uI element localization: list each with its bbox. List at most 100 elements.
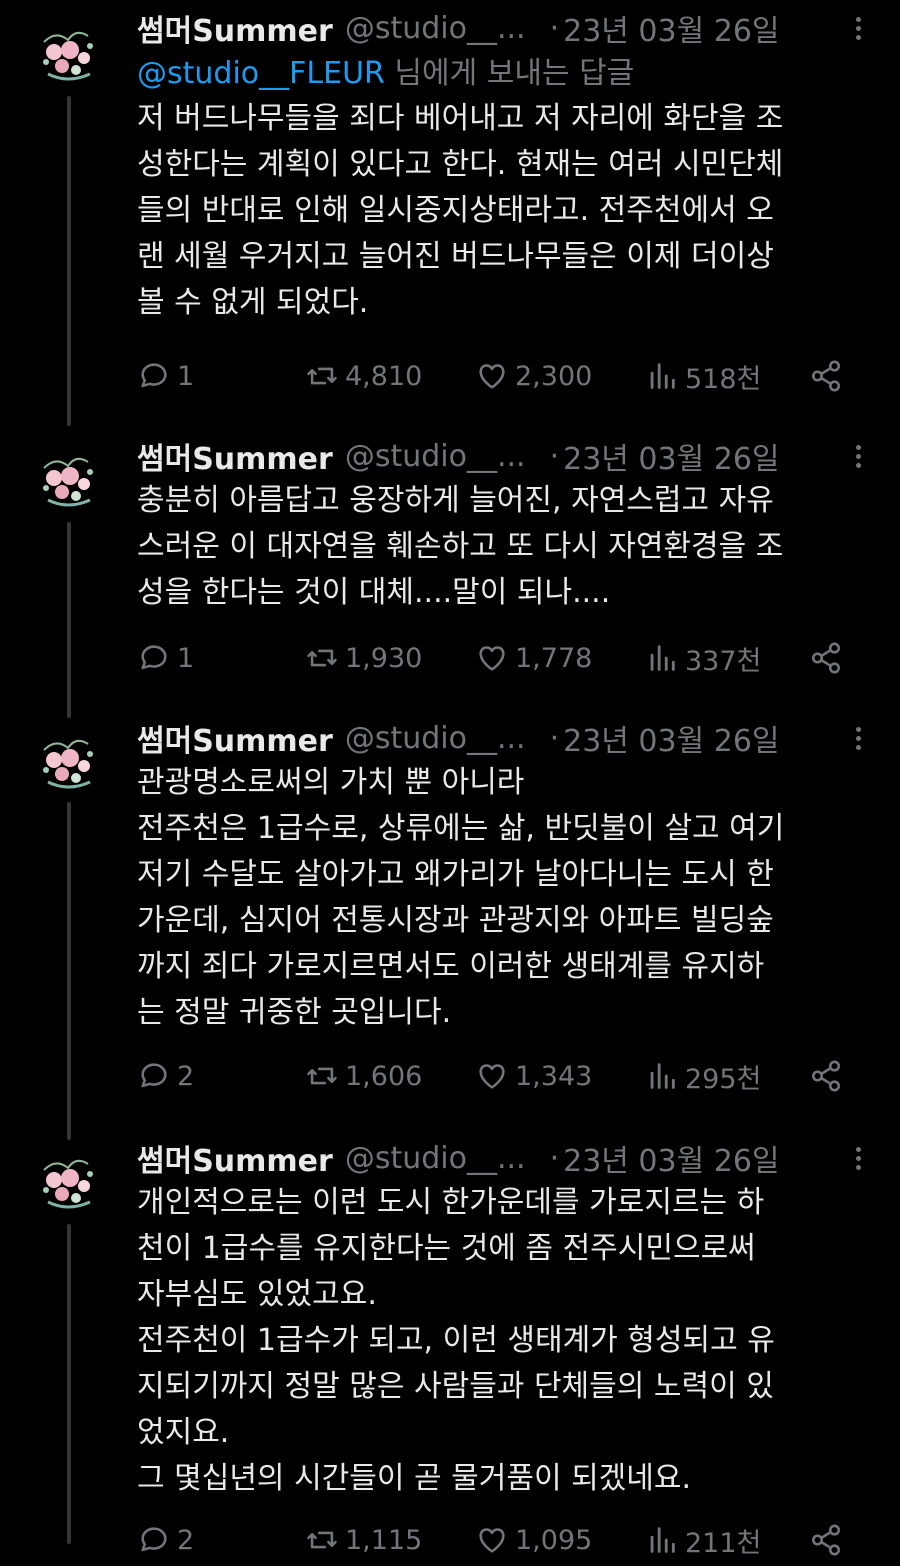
- tweet-text-line: 스러운 이 대자연을 훼손하고 또 다시 자연환경을 조: [137, 529, 784, 564]
- like-count: 2,300: [515, 360, 593, 392]
- tweet-text-line: 천이 1급수를 유지한다는 것에 좀 전주시민으로써: [137, 1231, 756, 1266]
- tweet-text-line: 성을 한다는 것이 대체....말이 되나....: [137, 575, 611, 610]
- tweet-text-line: 성한다는 계획이 있다고 한다. 현재는 여러 시민단체: [137, 147, 784, 182]
- tweet[interactable]: 썸머Summer @studio__... · 23년 03월 26일 @stu…: [0, 0, 900, 430]
- tweet-text-line: 볼 수 없게 되었다.: [137, 285, 369, 320]
- retweet-count: 1,930: [345, 642, 423, 674]
- tweet-header: 썸머Summer @studio__... · 23년 03월 26일: [137, 716, 870, 760]
- reply-icon: [141, 1527, 167, 1552]
- like-button[interactable]: 1,343: [475, 1056, 592, 1096]
- tweet-text-line: 자부심도 있었고요.: [137, 1277, 377, 1312]
- views-button[interactable]: 518천: [645, 356, 761, 396]
- tweet-text-line: 었지요.: [137, 1415, 230, 1450]
- reply-count: 2: [177, 1524, 195, 1556]
- reply-button[interactable]: 2: [137, 1520, 194, 1560]
- reply-to-text: 님에게 보내는 답글: [384, 56, 635, 91]
- view-count: 337천: [685, 645, 762, 677]
- avatar[interactable]: [30, 1146, 106, 1222]
- reply-count: 1: [177, 360, 195, 392]
- retweet-button[interactable]: 1,115: [305, 1520, 422, 1560]
- reply-count: 2: [177, 1060, 195, 1092]
- reply-icon: [141, 363, 167, 388]
- tweet-text-line: 전주천은 1급수로, 상류에는 삶, 반딧불이 살고 여기: [137, 811, 785, 846]
- reply-icon: [141, 645, 167, 670]
- user-handle[interactable]: @studio__...: [345, 1141, 526, 1176]
- view-count: 211천: [685, 1527, 762, 1559]
- share-button[interactable]: [809, 1056, 843, 1096]
- heart-icon: [479, 646, 505, 671]
- more-options-icon[interactable]: [846, 1142, 870, 1174]
- view-count: 518천: [685, 363, 762, 395]
- reply-to-line: @studio__FLEUR 님에게 보내는 답글: [137, 54, 870, 94]
- tweet-date[interactable]: 23년 03월 26일: [563, 1136, 779, 1180]
- share-button[interactable]: [809, 1520, 843, 1560]
- reply-button[interactable]: 1: [137, 638, 194, 678]
- heart-icon: [479, 364, 505, 389]
- views-icon: [650, 1527, 675, 1553]
- tweet[interactable]: 썸머Summer @studio__... · 23년 03월 26일 관광명소…: [0, 714, 900, 1134]
- tweet-date[interactable]: 23년 03월 26일: [563, 716, 779, 760]
- tweet[interactable]: 썸머Summer @studio__... · 23년 03월 26일 충분히 …: [0, 430, 900, 714]
- view-count: 295천: [685, 1063, 762, 1095]
- retweet-count: 4,810: [345, 360, 423, 392]
- heart-icon: [479, 1528, 505, 1553]
- tweet-text: 충분히 아름답고 웅장하게 늘어진, 자연스럽고 자유 스러운 이 대자연을 훼…: [137, 478, 870, 616]
- separator-dot: ·: [549, 10, 560, 46]
- views-button[interactable]: 211천: [645, 1520, 761, 1560]
- tweet[interactable]: 썸머Summer @studio__... · 23년 03월 26일 개인적으…: [0, 1134, 900, 1566]
- share-icon: [811, 642, 841, 674]
- like-button[interactable]: 2,300: [475, 356, 592, 396]
- like-button[interactable]: 1,778: [475, 638, 592, 678]
- views-button[interactable]: 295천: [645, 1056, 761, 1096]
- retweet-icon: [307, 367, 337, 385]
- tweet-text-line: 전주천이 1급수가 되고, 이런 생태계가 형성되고 유: [137, 1323, 775, 1358]
- views-button[interactable]: 337천: [645, 638, 761, 678]
- display-name[interactable]: 썸머Summer: [137, 1136, 333, 1180]
- reply-count: 1: [177, 642, 195, 674]
- share-button[interactable]: [809, 356, 843, 396]
- reply-mention-link[interactable]: @studio__FLEUR: [137, 56, 385, 91]
- retweet-button[interactable]: 4,810: [305, 356, 422, 396]
- retweet-button[interactable]: 1,606: [305, 1056, 422, 1096]
- more-options-icon[interactable]: [846, 722, 870, 754]
- avatar[interactable]: [30, 726, 106, 802]
- like-button[interactable]: 1,095: [475, 1520, 592, 1560]
- retweet-icon: [307, 649, 337, 667]
- reply-button[interactable]: 1: [137, 356, 194, 396]
- user-handle[interactable]: @studio__...: [345, 439, 526, 474]
- retweet-button[interactable]: 1,930: [305, 638, 422, 678]
- tweet-header: 썸머Summer @studio__... · 23년 03월 26일: [137, 434, 870, 478]
- more-options-icon[interactable]: [846, 12, 870, 44]
- retweet-count: 1,115: [345, 1524, 423, 1556]
- tweet-actions: 1 1,930 1,778 337천: [137, 638, 857, 678]
- display-name[interactable]: 썸머Summer: [137, 434, 333, 478]
- avatar[interactable]: [30, 18, 106, 94]
- tweet-actions: 1 4,810 2,300 518천: [137, 356, 857, 396]
- tweet-text: 관광명소로써의 가치 뿐 아니라 전주천은 1급수로, 상류에는 삶, 반딧불이…: [137, 760, 870, 1036]
- tweet-text-line: 저 버드나무들을 죄다 베어내고 저 자리에 화단을 조: [137, 101, 784, 136]
- user-handle[interactable]: @studio__...: [345, 721, 526, 756]
- tweet-text-line: 는 정말 귀중한 곳입니다.: [137, 995, 452, 1030]
- display-name[interactable]: 썸머Summer: [137, 716, 333, 760]
- tweet-text: 개인적으로는 이런 도시 한가운데를 가로지르는 하 천이 1급수를 유지한다는…: [137, 1180, 870, 1502]
- tweet-text-line: 들의 반대로 인해 일시중지상태라고. 전주천에서 오: [137, 193, 774, 228]
- more-options-icon[interactable]: [846, 440, 870, 472]
- tweet-date[interactable]: 23년 03월 26일: [563, 6, 779, 50]
- tweet-date[interactable]: 23년 03월 26일: [563, 434, 779, 478]
- share-button[interactable]: [809, 638, 843, 678]
- views-icon: [650, 1063, 675, 1089]
- heart-icon: [479, 1064, 505, 1089]
- separator-dot: ·: [549, 720, 560, 756]
- views-icon: [650, 363, 675, 389]
- reply-button[interactable]: 2: [137, 1056, 194, 1096]
- display-name[interactable]: 썸머Summer: [137, 6, 333, 50]
- like-count: 1,343: [515, 1060, 593, 1092]
- reply-icon: [141, 1063, 167, 1088]
- tweet-text: 저 버드나무들을 죄다 베어내고 저 자리에 화단을 조 성한다는 계획이 있다…: [137, 96, 870, 326]
- tweet-text-line: 랜 세월 우거지고 늘어진 버드나무들은 이제 더이상: [137, 239, 774, 274]
- user-handle[interactable]: @studio__...: [345, 11, 526, 46]
- tweet-actions: 2 1,115 1,095 211천: [137, 1520, 857, 1560]
- avatar[interactable]: [30, 444, 106, 520]
- tweet-text-line: 그 몇십년의 시간들이 곧 물거품이 되겠네요.: [137, 1461, 692, 1496]
- share-icon: [811, 1060, 841, 1092]
